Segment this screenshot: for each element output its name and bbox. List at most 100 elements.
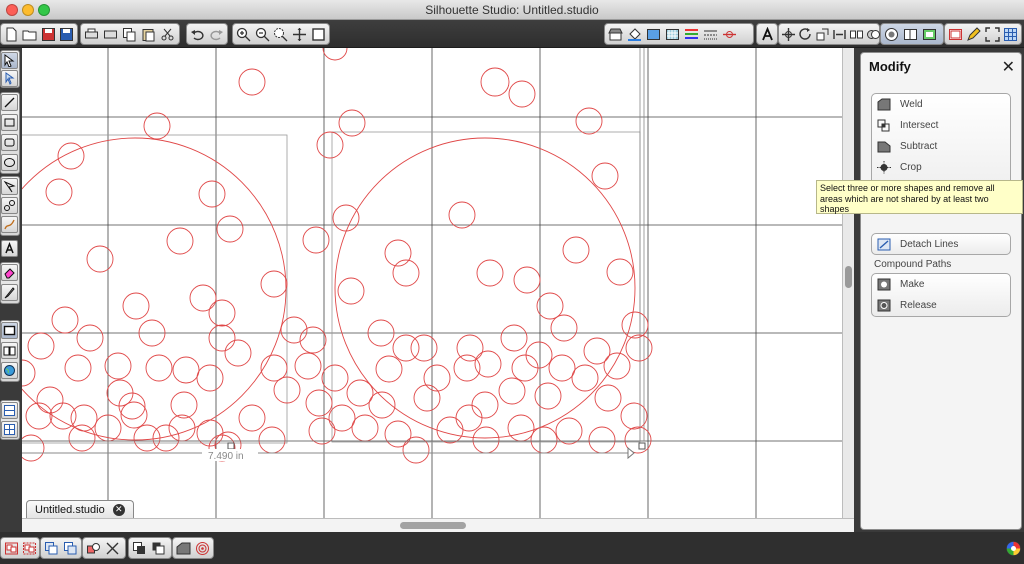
save-button[interactable] [40,26,57,43]
small-circle-shape[interactable] [583,337,611,365]
small-circle-shape[interactable] [472,426,500,454]
page-setup-button[interactable] [947,26,964,43]
ellipse-tool[interactable] [1,154,18,171]
small-circle-shape[interactable] [375,355,403,383]
replicate-button[interactable] [849,26,864,43]
small-circle-shape[interactable] [525,341,553,369]
text-style-button[interactable] [759,26,775,43]
weld-shortcut-button[interactable] [175,540,192,557]
small-circle-shape[interactable] [562,236,590,264]
small-circle-shape[interactable] [172,356,200,384]
small-circle-shape[interactable] [224,339,252,367]
small-circle-shape[interactable] [603,352,631,380]
intersect-button[interactable]: Intersect [872,115,1010,136]
small-circle-shape[interactable] [536,292,564,320]
small-circle-shape[interactable] [606,258,634,286]
line-tool[interactable] [1,94,18,111]
small-circle-shape[interactable] [22,434,45,462]
fill-color-button[interactable] [626,26,643,43]
small-circle-shape[interactable] [321,364,349,392]
copy-button[interactable] [121,26,138,43]
trace-button[interactable] [902,26,919,43]
small-circle-shape[interactable] [384,239,412,267]
small-circle-shape[interactable] [548,354,576,382]
object-properties-button[interactable] [85,540,102,557]
line-color-button[interactable] [683,26,700,43]
small-circle-shape[interactable] [120,401,148,429]
small-circle-shape[interactable] [216,215,244,243]
line-style-button[interactable] [702,26,719,43]
small-circle-shape[interactable] [68,424,96,452]
small-circle-shape[interactable] [332,204,360,232]
small-circle-shape[interactable] [302,226,330,254]
small-circle-shape[interactable] [198,180,226,208]
small-circle-shape[interactable] [76,324,104,352]
small-circle-shape[interactable] [534,382,562,410]
freehand-tool[interactable] [1,216,18,233]
redo-button[interactable] [208,26,225,43]
scale-button[interactable] [815,26,830,43]
sketch-button[interactable] [966,26,983,43]
small-circle-shape[interactable] [316,131,344,159]
offset-shortcut-button[interactable] [194,540,211,557]
small-circle-shape[interactable] [51,306,79,334]
small-circle-shape[interactable] [511,354,539,382]
single-page-view[interactable] [1,402,18,419]
eraser-tool[interactable] [1,264,18,281]
small-circle-shape[interactable] [258,426,286,454]
polygon-tool[interactable] [1,178,18,195]
canvas-drawing[interactable]: 7.490 in [22,48,842,518]
library-view[interactable] [1,342,18,359]
fill-pattern-button[interactable] [664,26,681,43]
small-circle-shape[interactable] [238,68,266,96]
small-circle-shape[interactable] [57,142,85,170]
zoom-select-button[interactable] [273,26,290,43]
send-to-back-button[interactable] [150,540,167,557]
small-circle-shape[interactable] [413,384,441,412]
small-circle-shape[interactable] [498,377,526,405]
small-circle-shape[interactable] [423,364,451,392]
small-circle-shape[interactable] [594,384,622,412]
small-circle-shape[interactable] [513,266,541,294]
horizontal-scroll-thumb[interactable] [400,522,466,529]
small-circle-shape[interactable] [328,404,356,432]
small-circle-shape[interactable] [133,424,161,452]
design-page-view[interactable] [1,322,18,339]
small-circle-shape[interactable] [620,402,648,430]
small-circle-shape[interactable] [170,391,198,419]
small-circle-shape[interactable] [575,107,603,135]
small-circle-shape[interactable] [189,284,217,312]
small-circle-shape[interactable] [500,324,528,352]
send-to-cutter-button[interactable] [83,26,100,43]
small-circle-shape[interactable] [280,316,308,344]
release-compound-path-button[interactable] [62,540,79,557]
pan-button[interactable] [291,26,308,43]
release-button[interactable] [104,540,121,557]
small-circle-shape[interactable] [530,426,558,454]
ungroup-button[interactable] [21,540,37,557]
small-circle-shape[interactable] [168,414,196,442]
small-circle-shape[interactable] [196,364,224,392]
small-circle-shape[interactable] [86,245,114,273]
group-button[interactable] [3,540,19,557]
new-document-button[interactable] [3,26,20,43]
make-compound-button[interactable]: Make [872,274,1010,295]
small-circle-shape[interactable] [260,270,288,298]
document-tab[interactable]: Untitled.studio ✕ [26,500,134,518]
vertical-scroll-thumb[interactable] [845,266,852,288]
small-circle-shape[interactable] [305,389,333,417]
small-circle-shape[interactable] [455,404,483,432]
online-store-view[interactable] [1,362,18,379]
knife-tool[interactable] [1,284,18,301]
zoom-in-button[interactable] [235,26,252,43]
rotate-button[interactable] [798,26,813,43]
small-circle-shape[interactable] [550,314,578,342]
store-button[interactable] [607,26,624,43]
small-circle-shape[interactable] [480,67,510,97]
move-button[interactable] [832,26,847,43]
small-circle-shape[interactable] [351,414,379,442]
small-circle-shape[interactable] [122,292,150,320]
small-circle-shape[interactable] [64,354,92,382]
rounded-rectangle-tool[interactable] [1,134,18,151]
small-circle-shape[interactable] [22,359,36,387]
